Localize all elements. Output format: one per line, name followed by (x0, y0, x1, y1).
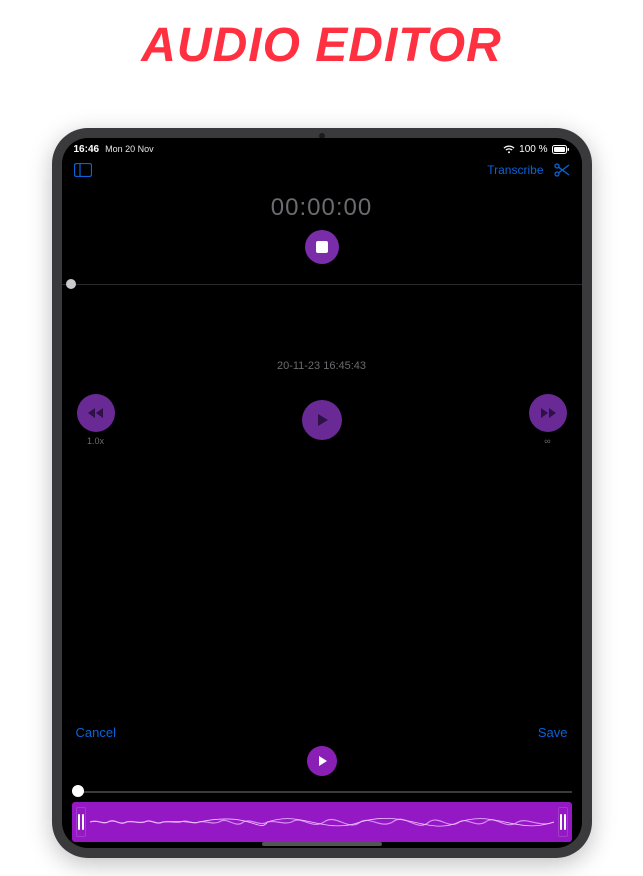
waveform (90, 807, 554, 837)
forward-button[interactable] (529, 394, 567, 432)
wifi-icon (503, 145, 515, 154)
editor-play-button[interactable] (307, 746, 337, 776)
nav-bar: Transcribe (62, 156, 582, 182)
transcribe-button[interactable]: Transcribe (487, 163, 543, 177)
app-screen: 16:46 Mon 20 Nov 100 % Transcribe (62, 138, 582, 848)
record-timer: 00:00:00 (62, 194, 582, 222)
transport-controls: 1.0x ∞ (62, 394, 582, 446)
scissors-icon[interactable] (554, 163, 570, 177)
marketing-headline: AUDIO EDITOR (0, 18, 643, 73)
battery-percent: 100 % (519, 144, 547, 155)
battery-icon (552, 145, 570, 154)
recording-name: 20-11-23 16:45:43 (62, 360, 582, 372)
play-button[interactable] (302, 400, 342, 440)
status-bar: 16:46 Mon 20 Nov 100 % (62, 138, 582, 156)
trim-region[interactable] (72, 802, 572, 842)
speed-label[interactable]: 1.0x (87, 436, 104, 446)
save-button[interactable]: Save (538, 725, 568, 740)
sidebar-toggle-icon[interactable] (74, 163, 92, 177)
tablet-frame: 16:46 Mon 20 Nov 100 % Transcribe (52, 128, 592, 858)
home-indicator[interactable] (262, 842, 382, 846)
scrubber-thumb[interactable] (72, 785, 84, 797)
loop-label[interactable]: ∞ (544, 436, 550, 446)
status-time: 16:46 (74, 144, 100, 155)
record-progress[interactable] (62, 278, 582, 290)
rewind-button[interactable] (77, 394, 115, 432)
trim-handle-right[interactable] (558, 807, 568, 837)
stop-icon (316, 241, 328, 253)
cancel-button[interactable]: Cancel (76, 725, 116, 740)
status-date: Mon 20 Nov (105, 144, 154, 154)
trim-handle-left[interactable] (76, 807, 86, 837)
stop-button[interactable] (305, 230, 339, 264)
progress-thumb[interactable] (66, 279, 76, 289)
editor-scrubber[interactable] (72, 784, 572, 798)
trim-editor: Cancel Save (62, 725, 582, 842)
